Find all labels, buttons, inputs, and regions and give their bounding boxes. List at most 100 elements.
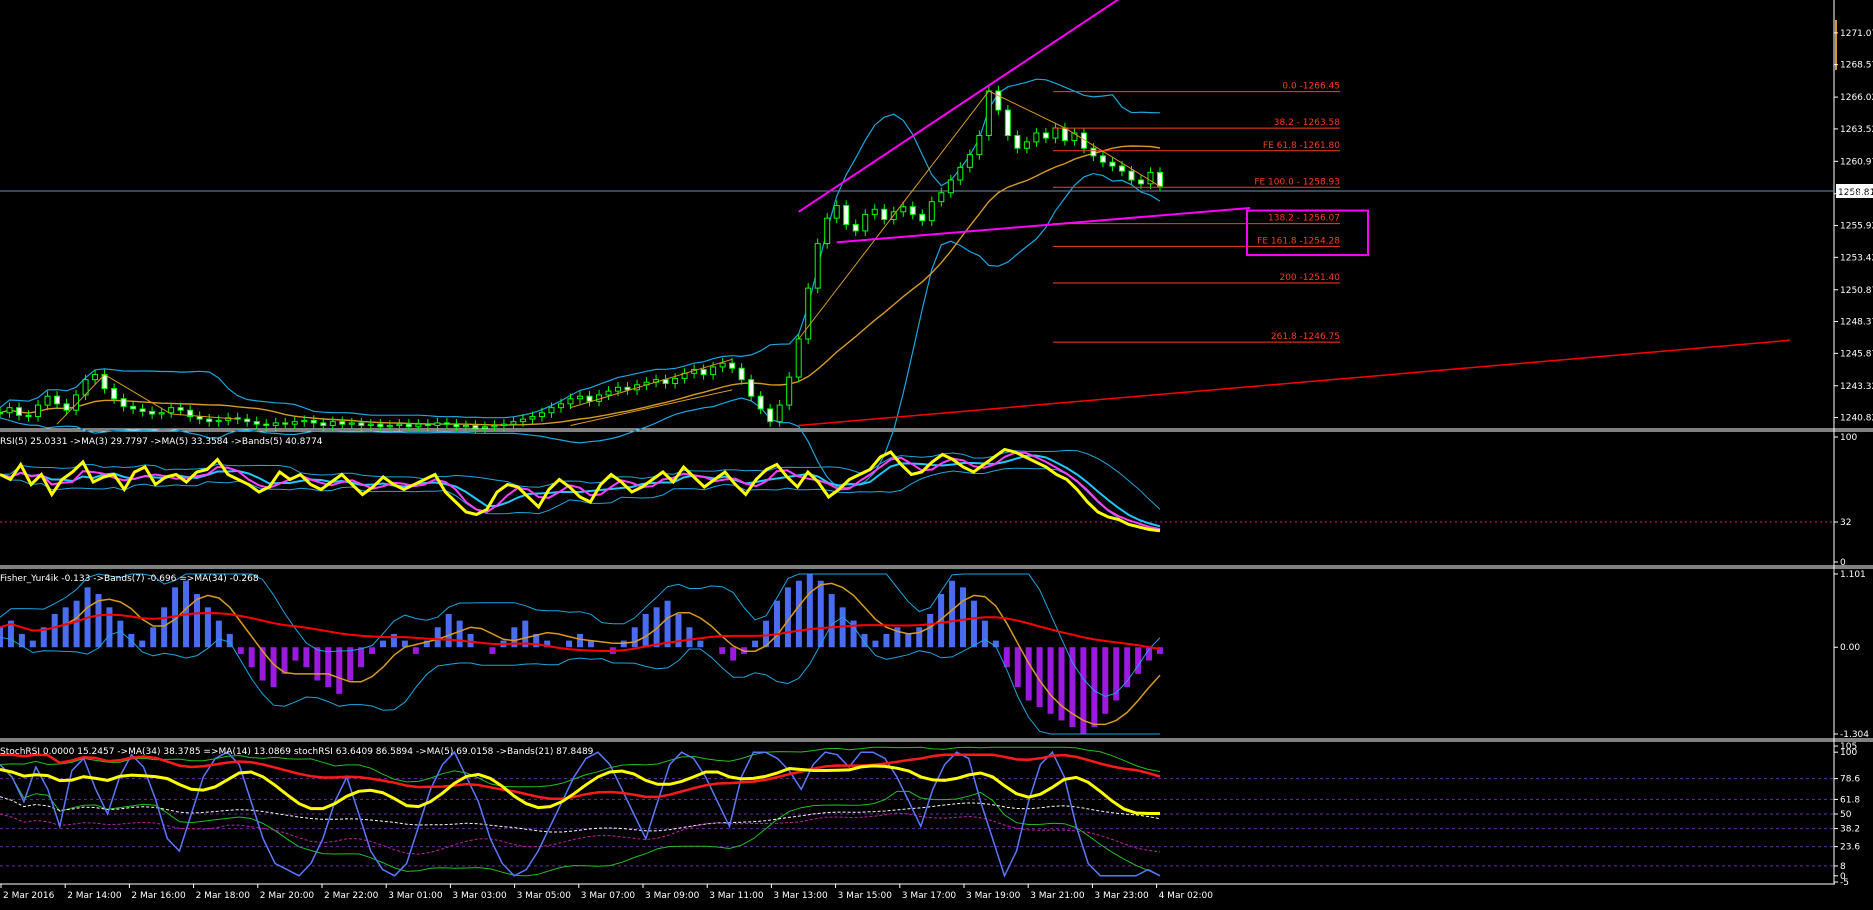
- candle-body: [586, 395, 593, 402]
- candle-body: [862, 213, 869, 232]
- fisher-bar: [237, 647, 244, 654]
- candle-body: [358, 422, 365, 426]
- candle-body: [624, 386, 631, 391]
- time-tick-label: 3 Mar 05:00: [517, 891, 572, 901]
- candle-body: [377, 423, 384, 428]
- candle-body: [700, 369, 707, 376]
- rsi-label: RSI(5) 25.0331 ->MA(3) 29.7797 ->MA(5) 3…: [0, 437, 323, 447]
- fibo-level-label: FE 100.0 - 1258.93: [1254, 177, 1340, 187]
- candle-body: [16, 407, 23, 416]
- fisher-bar: [872, 640, 879, 648]
- time-tick-label: 3 Mar 03:00: [452, 891, 507, 901]
- candle-body: [1099, 155, 1106, 163]
- candle-body: [1004, 109, 1011, 137]
- fisher-bar: [336, 647, 343, 694]
- fisher-bar: [697, 640, 704, 648]
- candle-body: [519, 418, 526, 423]
- candle-body: [767, 408, 774, 423]
- candle-body: [909, 206, 916, 215]
- fisher-bar: [292, 647, 299, 661]
- time-tick-label: 2 Mar 18:00: [196, 891, 251, 901]
- fisher-bar: [981, 620, 988, 648]
- time-tick-label: 2 Mar 14:00: [67, 891, 122, 901]
- fisher-bar: [390, 633, 397, 648]
- fisher-bar: [62, 607, 69, 648]
- fibo-level-label: FE 161.8 -1254.28: [1257, 236, 1340, 246]
- candle-body: [158, 412, 165, 415]
- candle-body: [928, 201, 935, 222]
- fibo-level-label: 38.2 - 1263.58: [1274, 118, 1340, 128]
- candle-body: [1109, 161, 1116, 167]
- time-tick-label: 3 Mar 09:00: [645, 891, 700, 901]
- candle-body: [966, 154, 973, 168]
- candle-body: [54, 395, 61, 405]
- price-tick-label: 1258.42: [1840, 190, 1873, 200]
- candle-body: [957, 166, 964, 181]
- candle-body: [995, 90, 1002, 111]
- stoch-tick-label: 78.6: [1840, 775, 1860, 785]
- time-tick-label: 3 Mar 07:00: [581, 891, 636, 901]
- fisher-bar: [1135, 647, 1142, 674]
- fisher-bar: [434, 627, 441, 648]
- candle-body: [824, 217, 831, 245]
- stoch-tick-label: 100: [1840, 748, 1857, 758]
- candle-body: [985, 90, 992, 137]
- rsi-tick-label: 32: [1840, 518, 1851, 528]
- fisher-bar: [248, 647, 255, 668]
- candle-body: [44, 395, 51, 406]
- candle-body: [1137, 179, 1144, 185]
- price-tick-label: 1240.82: [1840, 414, 1873, 424]
- candle-body: [472, 424, 479, 429]
- fisher-bar: [270, 647, 277, 688]
- fibo-level-label: 200 -1251.40: [1279, 273, 1340, 283]
- fisher-bar: [347, 647, 354, 681]
- candle-body: [263, 423, 270, 426]
- fisher-bar: [51, 613, 58, 648]
- fisher-tick-label: 0.00: [1840, 643, 1860, 653]
- fisher-bar: [664, 600, 671, 648]
- candle-body: [757, 395, 764, 410]
- time-tick-label: 3 Mar 17:00: [902, 891, 957, 901]
- fisher-bar: [795, 580, 802, 648]
- candle-body: [805, 287, 812, 340]
- candle-body: [253, 421, 260, 425]
- candle-body: [881, 208, 888, 220]
- candle-body: [63, 403, 70, 411]
- chart-root: 1258.81 0.0 -1266.45 38.2 - 1263.58 FE 61.…: [0, 0, 1873, 906]
- candle-body: [367, 423, 374, 426]
- fisher-bar: [806, 574, 813, 648]
- fisher-label: Fisher_Yur4ik -0.133 ->Bands(7) -0.696 =…: [0, 574, 259, 584]
- candle-body: [348, 422, 355, 425]
- candle-body: [1128, 170, 1135, 181]
- price-tick-label: 1245.87: [1840, 349, 1873, 359]
- candle-body: [424, 423, 431, 426]
- candle-body: [738, 367, 745, 381]
- fisher-bar: [566, 640, 573, 648]
- candle-body: [567, 398, 574, 405]
- fisher-bar: [1014, 647, 1021, 688]
- candle-body: [1033, 132, 1040, 143]
- fisher-bar: [117, 620, 124, 648]
- price-tick-label: 1243.32: [1840, 382, 1873, 392]
- fisher-bar: [281, 647, 288, 674]
- fisher-bar: [369, 647, 376, 654]
- candle-body: [491, 424, 498, 428]
- candle-body: [130, 405, 137, 410]
- time-tick-label: 3 Mar 21:00: [1030, 891, 1085, 901]
- candle-body: [776, 404, 783, 423]
- time-tick-label: 3 Mar 13:00: [773, 891, 828, 901]
- fisher-bar: [916, 627, 923, 648]
- candle-body: [795, 338, 802, 378]
- candle-body: [672, 377, 679, 384]
- fisher-bar: [883, 633, 890, 648]
- price-tick-label: 1263.52: [1840, 125, 1873, 135]
- time-tick-label: 2 Mar 16:00: [131, 891, 186, 901]
- fisher-bar: [358, 647, 365, 668]
- stochrsi-label: StochRSI 0.0000 15.2457 ->MA(34) 38.3785…: [0, 747, 594, 757]
- candle-body: [605, 390, 612, 396]
- stoch-tick-label: 23.6: [1840, 843, 1860, 853]
- fisher-bar: [412, 647, 419, 654]
- fisher-tick-label: -1.304: [1840, 730, 1869, 740]
- fisher-bar: [905, 633, 912, 648]
- time-tick-label: 4 Mar 02:00: [1159, 891, 1214, 901]
